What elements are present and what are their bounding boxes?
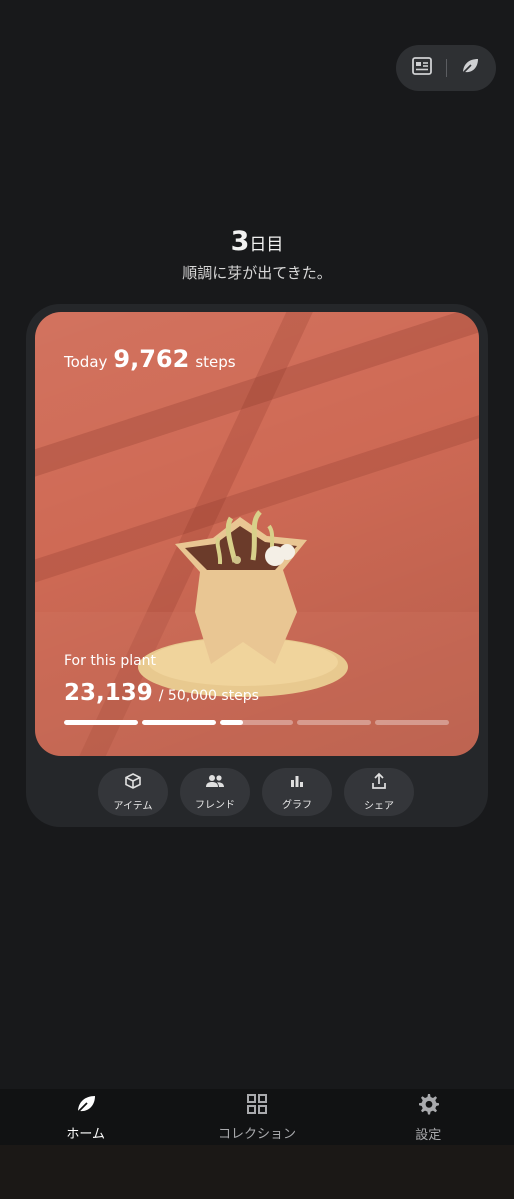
gear-icon — [416, 1092, 440, 1120]
friends-label: フレンド — [195, 800, 235, 811]
graph-button[interactable]: グラフ — [262, 768, 332, 816]
progress-segment — [219, 720, 294, 725]
bottom-navigation: ホーム コレクション 設定 — [0, 1089, 514, 1145]
toggle-divider — [445, 59, 447, 77]
friends-button[interactable]: フレンド — [180, 768, 250, 816]
share-button[interactable]: シェア — [344, 768, 414, 816]
grid-icon — [246, 1093, 268, 1119]
day-counter: 3日目 — [0, 226, 514, 257]
items-button[interactable]: アイテム — [98, 768, 168, 816]
today-suffix: steps — [195, 353, 236, 371]
progress-segment — [64, 720, 138, 725]
share-label: シェア — [364, 801, 394, 812]
share-icon — [371, 772, 387, 794]
chart-icon — [289, 773, 305, 793]
plant-steps: 23,139 / 50,000 steps — [64, 680, 259, 706]
day-number: 3 — [230, 226, 250, 257]
day-unit: 日目 — [249, 235, 284, 255]
progress-segment — [141, 720, 216, 725]
plant-progress-bar — [64, 720, 449, 725]
leaf-icon — [75, 1093, 97, 1119]
nav-collection[interactable]: コレクション — [182, 1093, 332, 1142]
friends-icon — [205, 773, 225, 793]
nav-home[interactable]: ホーム — [11, 1093, 161, 1142]
plant-steps-goal: / 50,000 steps — [158, 688, 259, 704]
nav-settings-label: 設定 — [415, 1127, 442, 1143]
today-prefix: Today — [64, 353, 108, 371]
progress-segment — [297, 720, 372, 725]
plant-steps-value: 23,139 — [64, 680, 153, 706]
progress-segment — [375, 720, 449, 725]
graph-label: グラフ — [282, 800, 312, 811]
status-message: 順調に芽が出てきた。 — [182, 264, 332, 282]
plant-steps-label: For this plant — [64, 653, 157, 669]
today-steps-value: 9,762 — [113, 345, 190, 373]
news-icon[interactable] — [412, 57, 432, 79]
nav-collection-label: コレクション — [217, 1126, 296, 1142]
system-bar — [0, 1145, 514, 1199]
leaf-icon[interactable] — [460, 56, 480, 80]
view-toggle — [396, 45, 496, 91]
nav-settings[interactable]: 設定 — [353, 1092, 503, 1143]
items-label: アイテム — [113, 801, 153, 812]
nav-home-label: ホーム — [66, 1126, 105, 1142]
today-steps: Today 9,762 steps — [64, 345, 236, 373]
box-icon — [124, 772, 142, 794]
action-bar: アイテム フレンド グラフ シェア — [98, 768, 414, 816]
